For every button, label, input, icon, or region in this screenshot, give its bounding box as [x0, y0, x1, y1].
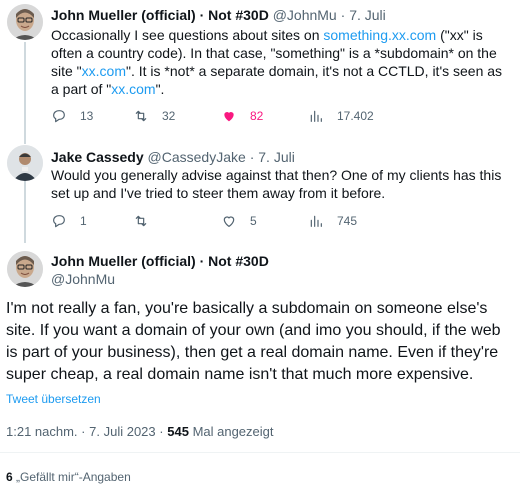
views-count: 17.402 [337, 109, 374, 123]
reply-button[interactable]: 13 [51, 107, 93, 125]
retweet-count: 32 [162, 109, 176, 123]
translate-tweet-link[interactable]: Tweet übersetzen [6, 392, 101, 406]
likes-number: 6 [6, 470, 13, 484]
likes-label: „Gefällt mir“-Angaben [16, 470, 131, 484]
tweet-time[interactable]: 1:21 nachm. [6, 424, 78, 439]
separator: · [340, 7, 346, 23]
tweet-text-part: Occasionally I see questions about sites… [51, 27, 324, 43]
tweet-text: Occasionally I see questions about sites… [51, 26, 506, 98]
like-icon [224, 112, 234, 122]
views-icon [310, 215, 322, 227]
separator: · [159, 424, 164, 439]
main-tweet-text: I'm not really a fan, you're basically a… [6, 300, 501, 383]
tweet-link[interactable]: something.xx.com [323, 27, 436, 43]
tweet-link[interactable]: xx.com [111, 81, 155, 97]
reply-icon [53, 110, 65, 123]
author-handle[interactable]: @CassedyJake [148, 149, 246, 165]
tweet-header: John Mueller (official) · Not #30D @John… [51, 6, 386, 24]
retweet-icon [135, 215, 147, 227]
like-count: 5 [250, 214, 257, 228]
tweet-text: Would you generally advise against that … [51, 167, 502, 201]
author-name[interactable]: John Mueller (official) · Not #30D [51, 7, 269, 23]
views-button[interactable]: 745 [308, 212, 357, 230]
tweet-date[interactable]: 7. Juli [258, 149, 295, 165]
tweet-link[interactable]: xx.com [82, 63, 126, 79]
tweet-meta: 1:21 nachm. · 7. Juli 2023 · 545 Mal ang… [6, 424, 274, 439]
views-label: Mal angezeigt [192, 424, 274, 439]
views-number: 545 [167, 424, 189, 439]
tweet-header: Jake Cassedy @CassedyJake · 7. Juli [51, 148, 295, 166]
like-button[interactable]: 5 [221, 212, 257, 230]
author-handle[interactable]: @JohnMu [273, 7, 337, 23]
tweet-text-part: ". [155, 81, 165, 97]
views-icon [310, 110, 322, 122]
views-count: 745 [337, 214, 358, 228]
retweet-button[interactable] [133, 212, 162, 230]
thread-line [24, 42, 26, 144]
retweet-button[interactable]: 32 [133, 107, 175, 125]
reply-button[interactable]: 1 [51, 212, 87, 230]
avatar[interactable] [7, 145, 43, 181]
separator: · [249, 149, 255, 165]
divider [0, 452, 520, 453]
views-button[interactable]: 17.402 [308, 107, 374, 125]
reply-count: 1 [80, 214, 87, 228]
author-name[interactable]: Jake Cassedy [51, 149, 144, 165]
author-handle[interactable]: @JohnMu [51, 270, 115, 288]
reply-icon [53, 215, 65, 228]
reply-count: 13 [80, 109, 94, 123]
avatar[interactable] [7, 251, 43, 287]
avatar[interactable] [7, 4, 43, 40]
like-button[interactable]: 82 [221, 107, 263, 125]
tweet-date[interactable]: 7. Juli [349, 7, 386, 23]
separator: · [81, 424, 86, 439]
like-icon [223, 216, 235, 227]
tweet-date[interactable]: 7. Juli 2023 [89, 424, 156, 439]
likes-summary[interactable]: 6 „Gefällt mir“-Angaben [6, 470, 131, 484]
like-count: 82 [250, 109, 264, 123]
retweet-icon [135, 110, 147, 122]
author-name[interactable]: John Mueller (official) · Not #30D [51, 252, 269, 270]
thread-line [24, 181, 26, 243]
